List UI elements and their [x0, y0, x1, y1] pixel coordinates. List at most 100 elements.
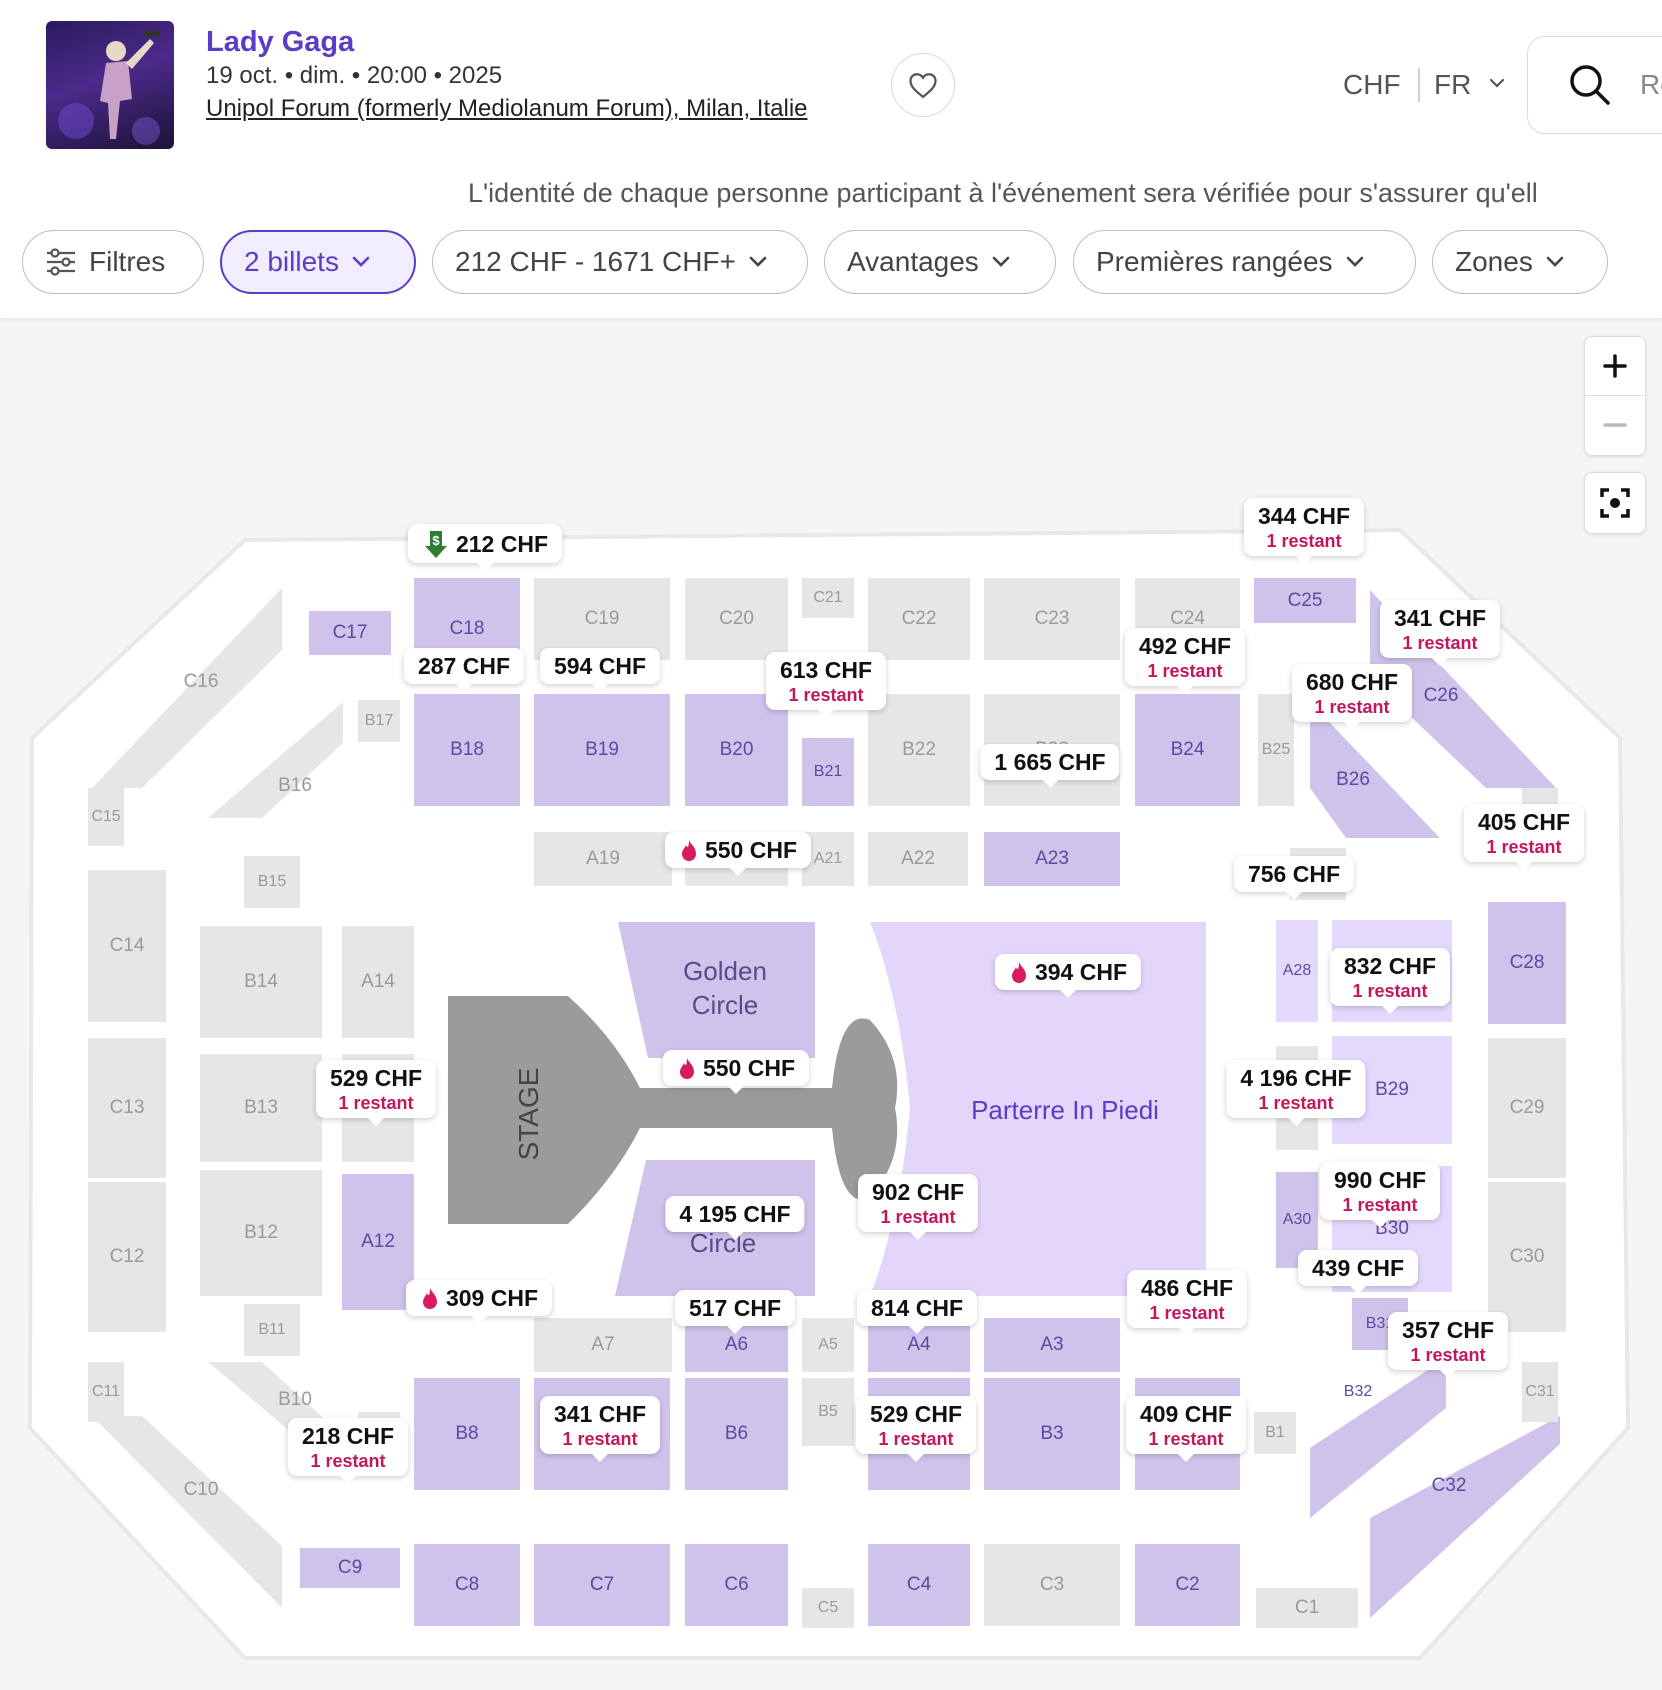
- section-c7[interactable]: C7: [534, 1544, 670, 1626]
- section-c13[interactable]: C13: [88, 1038, 166, 1178]
- section-a23[interactable]: A23: [984, 832, 1120, 886]
- perks-button[interactable]: Avantages: [824, 230, 1056, 294]
- section-c31[interactable]: C31: [1522, 1362, 1558, 1422]
- price-tag[interactable]: 529 CHF 1 restant: [855, 1396, 977, 1462]
- zoom-out-button[interactable]: [1585, 396, 1644, 454]
- section-a14[interactable]: A14: [342, 926, 414, 1038]
- golden-circle-top-label[interactable]: Golden Circle: [650, 948, 800, 1028]
- price-tag[interactable]: 756 CHF: [1233, 856, 1355, 900]
- search-input[interactable]: Re: [1527, 36, 1662, 134]
- price-tag[interactable]: 405 CHF 1 restant: [1463, 804, 1585, 870]
- price-tag[interactable]: 218 CHF 1 restant: [287, 1418, 409, 1484]
- price-tag[interactable]: 832 CHF 1 restant: [1329, 948, 1451, 1014]
- filters-button[interactable]: Filtres: [22, 230, 204, 294]
- ticket-count-button[interactable]: 2 billets: [220, 230, 416, 294]
- section-c4[interactable]: C4: [868, 1544, 970, 1626]
- section-c5[interactable]: C5: [802, 1588, 854, 1628]
- recenter-button[interactable]: [1584, 472, 1646, 534]
- parterre-label[interactable]: Parterre In Piedi: [940, 1088, 1190, 1132]
- front-rows-button[interactable]: Premières rangées: [1073, 230, 1416, 294]
- section-b15[interactable]: B15: [244, 856, 300, 908]
- section-c6[interactable]: C6: [685, 1544, 788, 1626]
- section-b5[interactable]: B5: [802, 1378, 854, 1446]
- section-b24[interactable]: B24: [1135, 694, 1240, 806]
- section-c16[interactable]: C16: [160, 660, 242, 704]
- event-venue-link[interactable]: Unipol Forum (formerly Mediolanum Forum)…: [206, 95, 808, 123]
- section-b19[interactable]: B19: [534, 694, 670, 806]
- section-c15[interactable]: C15: [88, 788, 124, 846]
- price-tag[interactable]: 341 CHF 1 restant: [1379, 600, 1501, 666]
- price-tag[interactable]: 1 665 CHF: [980, 744, 1120, 788]
- section-c10[interactable]: C10: [160, 1468, 242, 1512]
- section-c12[interactable]: C12: [88, 1182, 166, 1332]
- section-c14[interactable]: C14: [88, 870, 166, 1022]
- section-a19[interactable]: A19: [534, 832, 672, 886]
- section-c1[interactable]: C1: [1256, 1588, 1358, 1628]
- section-c22[interactable]: C22: [868, 578, 970, 660]
- section-b26[interactable]: B26: [1310, 758, 1396, 802]
- price-tag[interactable]: 341 CHF 1 restant: [539, 1396, 661, 1462]
- price-tag[interactable]: 357 CHF 1 restant: [1387, 1312, 1509, 1378]
- section-a12[interactable]: A12: [342, 1174, 414, 1310]
- section-a3[interactable]: A3: [984, 1318, 1120, 1372]
- section-c26[interactable]: C26: [1400, 674, 1482, 718]
- price-range-button[interactable]: 212 CHF - 1671 CHF+: [432, 230, 808, 294]
- price-tag[interactable]: 287 CHF: [403, 648, 525, 692]
- price-tag[interactable]: 680 CHF 1 restant: [1291, 664, 1413, 730]
- section-b16[interactable]: B16: [260, 764, 330, 808]
- section-b3[interactable]: B3: [984, 1378, 1120, 1490]
- price-tag[interactable]: 550 CHF: [664, 832, 812, 876]
- price-tag[interactable]: 344 CHF 1 restant: [1243, 498, 1365, 564]
- section-c30[interactable]: C30: [1488, 1182, 1566, 1332]
- price-tag[interactable]: 814 CHF: [856, 1290, 978, 1334]
- section-c3[interactable]: C3: [984, 1544, 1120, 1626]
- section-c32[interactable]: C32: [1408, 1464, 1490, 1508]
- price-tag[interactable]: 529 CHF 1 restant: [315, 1060, 437, 1126]
- price-tag[interactable]: 439 CHF: [1297, 1250, 1419, 1294]
- price-tag[interactable]: 486 CHF 1 restant: [1126, 1270, 1248, 1336]
- section-c2[interactable]: C2: [1135, 1544, 1240, 1626]
- section-b12[interactable]: B12: [200, 1170, 322, 1296]
- section-c29[interactable]: C29: [1488, 1038, 1566, 1178]
- section-c20[interactable]: C20: [685, 578, 788, 660]
- section-b11[interactable]: B11: [244, 1304, 300, 1356]
- price-tag[interactable]: 902 CHF 1 restant: [857, 1174, 979, 1240]
- price-tag[interactable]: 394 CHF: [994, 954, 1142, 998]
- favorite-button[interactable]: [891, 53, 955, 117]
- price-tag[interactable]: 309 CHF: [405, 1280, 553, 1324]
- section-b21[interactable]: B21: [802, 738, 854, 806]
- zoom-in-button[interactable]: [1585, 337, 1644, 395]
- section-a28[interactable]: A28: [1276, 920, 1318, 1022]
- section-c9[interactable]: C9: [300, 1548, 400, 1588]
- price-tag[interactable]: 4 195 CHF: [665, 1196, 805, 1240]
- price-tag[interactable]: 409 CHF 1 restant: [1125, 1396, 1247, 1462]
- zones-button[interactable]: Zones: [1432, 230, 1608, 294]
- event-title[interactable]: Lady Gaga: [206, 26, 354, 59]
- section-c8[interactable]: C8: [414, 1544, 520, 1626]
- section-b8[interactable]: B8: [414, 1378, 520, 1490]
- section-b1[interactable]: B1: [1254, 1412, 1296, 1454]
- section-c25[interactable]: C25: [1254, 578, 1356, 623]
- section-c28[interactable]: C28: [1488, 902, 1566, 1024]
- section-b32[interactable]: B32: [1330, 1370, 1386, 1414]
- language-selector[interactable]: FR: [1434, 69, 1471, 101]
- section-b17[interactable]: B17: [358, 700, 400, 742]
- price-tag[interactable]: 613 CHF 1 restant: [765, 652, 887, 718]
- price-tag[interactable]: 4 196 CHF 1 restant: [1226, 1060, 1366, 1126]
- section-b20[interactable]: B20: [685, 694, 788, 806]
- section-b6[interactable]: B6: [685, 1378, 788, 1490]
- section-a5[interactable]: A5: [802, 1318, 854, 1372]
- price-tag[interactable]: 492 CHF 1 restant: [1124, 628, 1246, 694]
- section-b22[interactable]: B22: [868, 694, 970, 806]
- section-c11[interactable]: C11: [88, 1362, 124, 1422]
- seat-map[interactable]: STAGE C17 C18 C19 C20 C21 C22 C23 C24 C25 C16 C26 B…: [0, 318, 1662, 1690]
- section-a7[interactable]: A7: [534, 1318, 672, 1372]
- section-b10[interactable]: B10: [260, 1378, 330, 1422]
- price-tag[interactable]: 990 CHF 1 restant: [1319, 1162, 1441, 1228]
- section-c17[interactable]: C17: [309, 611, 391, 655]
- chevron-down-icon[interactable]: [1488, 76, 1506, 90]
- section-b13[interactable]: B13: [200, 1054, 322, 1162]
- price-tag[interactable]: $212 CHF: [407, 524, 563, 571]
- currency-selector[interactable]: CHF: [1343, 69, 1401, 101]
- event-thumbnail[interactable]: [46, 21, 174, 149]
